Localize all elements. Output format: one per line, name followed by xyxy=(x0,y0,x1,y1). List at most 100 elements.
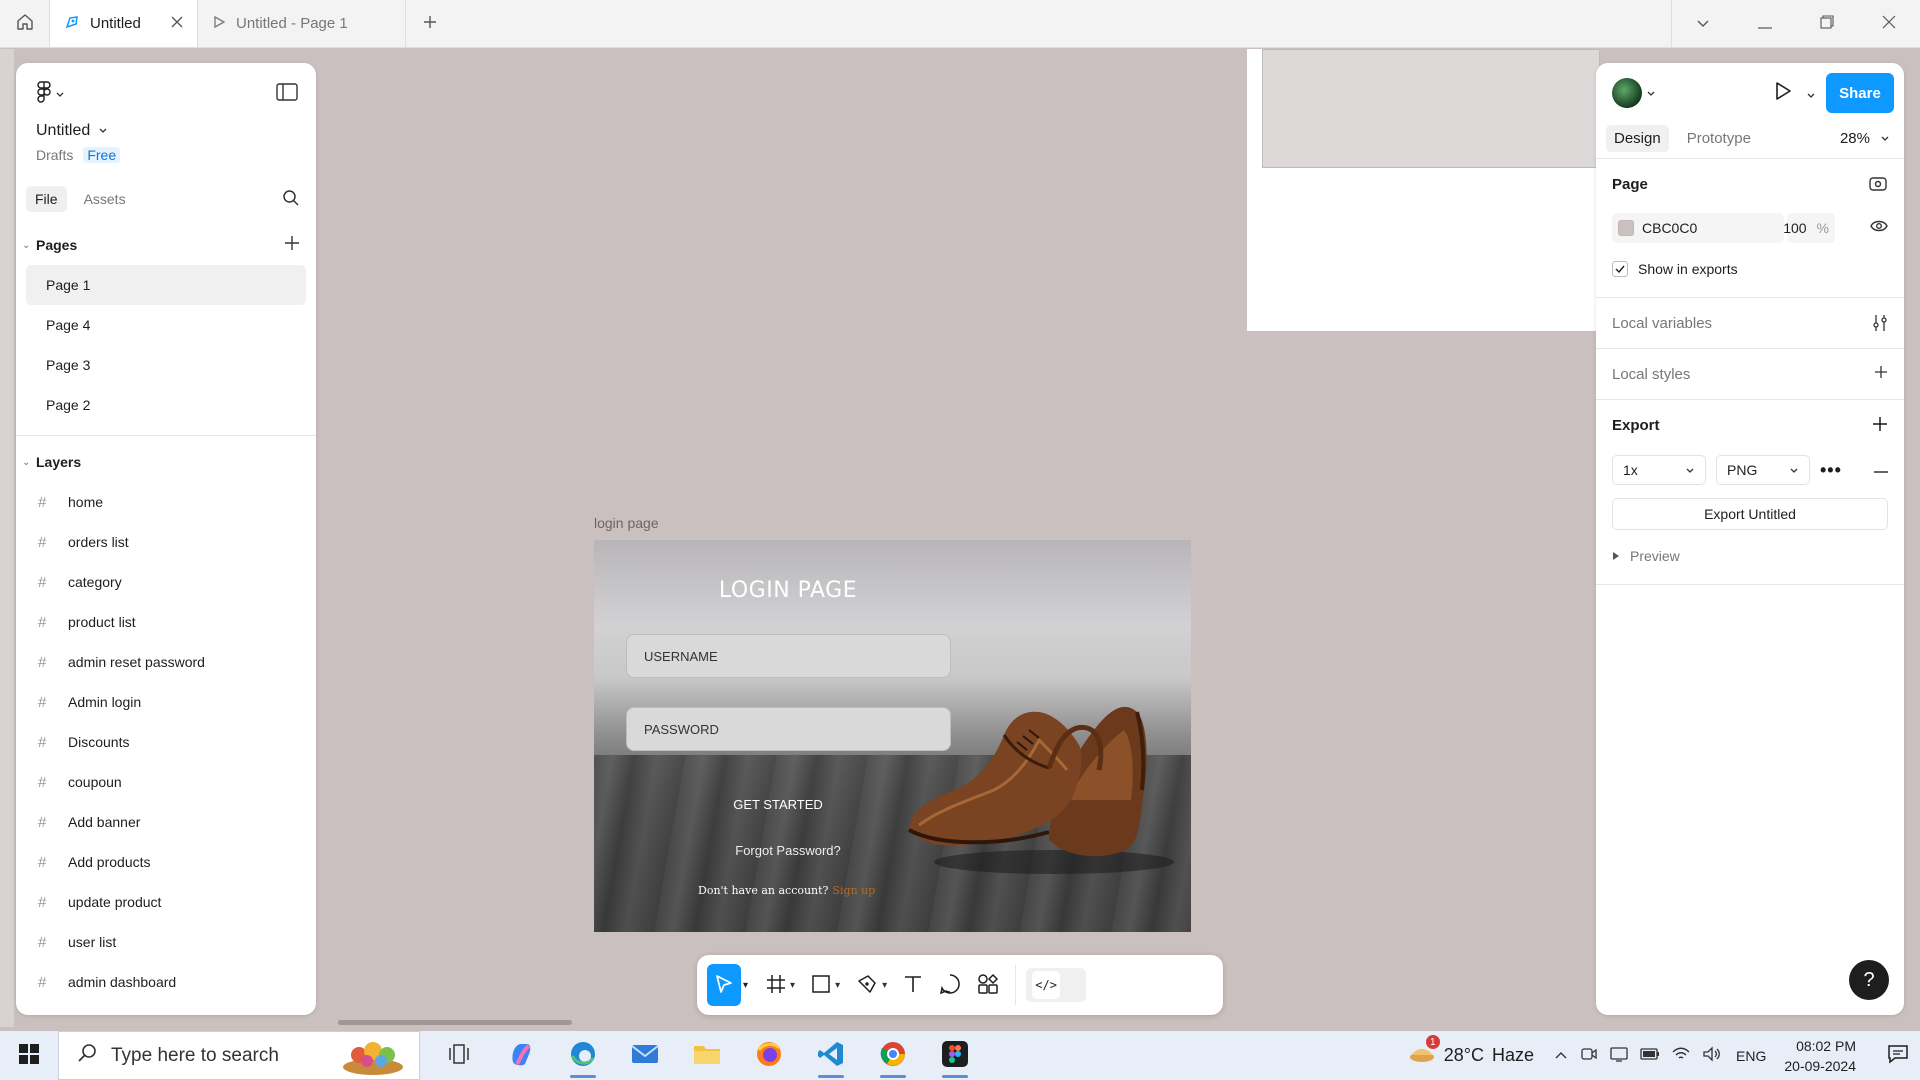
battery-icon[interactable] xyxy=(1640,1047,1660,1064)
weather-widget[interactable]: 1 28°C Haze xyxy=(1408,1035,1534,1070)
shape-tool[interactable]: ▾ xyxy=(805,964,846,1006)
text-tool[interactable] xyxy=(897,964,929,1006)
add-page-icon[interactable] xyxy=(284,235,300,254)
get-started-button[interactable]: GET STARTED xyxy=(594,797,962,812)
login-page-frame[interactable]: LOGIN PAGE USERNAME PASSWORD GET STARTED… xyxy=(594,540,1191,932)
tab-prototype[interactable]: Prototype xyxy=(1679,125,1759,152)
forgot-password-link[interactable]: Forgot Password? xyxy=(594,843,982,858)
export-button[interactable]: Export Untitled xyxy=(1612,498,1888,530)
add-export-icon[interactable] xyxy=(1872,416,1888,435)
show-in-exports-row[interactable]: Show in exports xyxy=(1612,247,1888,291)
notifications-button[interactable] xyxy=(1876,1044,1920,1068)
zoom-dropdown[interactable]: 28% xyxy=(1840,130,1890,147)
tab-untitled[interactable]: Untitled xyxy=(50,0,198,47)
eye-icon[interactable] xyxy=(1870,219,1888,236)
close-window-button[interactable] xyxy=(1858,0,1920,47)
firefox-button[interactable] xyxy=(738,1031,800,1080)
language-indicator[interactable]: ENG xyxy=(1736,1048,1766,1064)
local-styles-section[interactable]: Local styles xyxy=(1596,349,1904,400)
page-item[interactable]: Page 2 xyxy=(26,385,306,425)
file-explorer-button[interactable] xyxy=(676,1031,738,1080)
pages-section-header[interactable]: ⌄ Pages xyxy=(16,225,316,265)
page-item[interactable]: Page 3 xyxy=(26,345,306,385)
layer-item[interactable]: # product list xyxy=(16,602,316,642)
layer-item[interactable]: # Add products xyxy=(16,842,316,882)
page-item[interactable]: Page 4 xyxy=(26,305,306,345)
drafts-link[interactable]: Drafts xyxy=(36,147,73,163)
signup-link[interactable]: Sign up xyxy=(832,884,875,897)
layer-item[interactable]: # category xyxy=(16,562,316,602)
comment-tool[interactable] xyxy=(933,964,967,1006)
meet-now-icon[interactable] xyxy=(1580,1046,1598,1066)
remove-export-icon[interactable] xyxy=(1874,456,1888,479)
home-tab-button[interactable] xyxy=(0,0,50,47)
dev-mode-toggle[interactable]: </> xyxy=(1026,968,1087,1002)
tab-design[interactable]: Design xyxy=(1606,125,1669,152)
main-menu-button[interactable] xyxy=(36,81,65,106)
taskbar-search-input[interactable]: Type here to search xyxy=(58,1031,420,1080)
new-tab-button[interactable] xyxy=(406,0,454,47)
share-button[interactable]: Share xyxy=(1826,73,1894,113)
username-field[interactable]: USERNAME xyxy=(626,634,951,678)
resources-tool[interactable] xyxy=(971,964,1005,1006)
layer-item[interactable]: # orders list xyxy=(16,522,316,562)
avatar[interactable] xyxy=(1612,78,1642,108)
restore-button[interactable] xyxy=(1796,0,1858,47)
layer-item[interactable]: # Add banner xyxy=(16,802,316,842)
clock[interactable]: 08:02 PM 20-09-2024 xyxy=(1784,1036,1856,1076)
layer-item[interactable]: # admin dashboard xyxy=(16,962,316,1002)
password-field[interactable]: PASSWORD xyxy=(626,707,951,751)
figma-app-button[interactable] xyxy=(924,1031,986,1080)
layer-item[interactable]: # user list xyxy=(16,922,316,962)
file-name-button[interactable]: Untitled xyxy=(36,122,108,140)
frame-label[interactable]: login page xyxy=(594,515,659,531)
chevron-up-icon[interactable] xyxy=(1554,1047,1568,1064)
frame-tool[interactable]: ▾ xyxy=(760,964,801,1006)
local-variables-section[interactable]: Local variables xyxy=(1596,298,1904,349)
page-opacity-input[interactable]: 100 % xyxy=(1783,213,1835,243)
plan-badge[interactable]: Free xyxy=(83,147,121,163)
help-button[interactable]: ? xyxy=(1849,960,1889,1000)
layers-section-header[interactable]: ⌄ Layers xyxy=(16,442,316,482)
more-options-icon[interactable]: ••• xyxy=(1820,460,1842,481)
checkbox[interactable] xyxy=(1612,261,1628,277)
tab-assets[interactable]: Assets xyxy=(75,186,135,212)
plus-icon[interactable] xyxy=(1874,365,1888,382)
tab-file[interactable]: File xyxy=(26,186,67,212)
mail-button[interactable] xyxy=(614,1031,676,1080)
chevron-down-icon[interactable] xyxy=(1646,85,1656,101)
chevron-down-icon[interactable] xyxy=(1806,87,1816,103)
chevron-down-icon[interactable]: ▾ xyxy=(743,980,748,991)
search-icon[interactable] xyxy=(282,189,300,210)
page-color-input[interactable]: CBC0C0 xyxy=(1612,213,1784,243)
layer-item[interactable]: # admin reset password xyxy=(16,642,316,682)
layer-item[interactable]: # update product xyxy=(16,882,316,922)
edge-button[interactable] xyxy=(552,1031,614,1080)
volume-icon[interactable] xyxy=(1702,1045,1722,1066)
copilot-button[interactable] xyxy=(490,1031,552,1080)
layer-item[interactable]: # Discounts xyxy=(16,722,316,762)
layer-item[interactable]: # coupoun xyxy=(16,762,316,802)
wifi-icon[interactable] xyxy=(1672,1046,1690,1066)
close-tab-icon[interactable] xyxy=(171,15,183,32)
color-swatch[interactable] xyxy=(1618,220,1634,236)
export-format-select[interactable]: PNG xyxy=(1716,455,1810,485)
task-view-button[interactable] xyxy=(428,1031,490,1080)
move-tool[interactable] xyxy=(707,964,741,1006)
tabs-dropdown-button[interactable] xyxy=(1672,0,1734,47)
layer-item[interactable]: # Admin login xyxy=(16,682,316,722)
pen-tool[interactable]: ▾ xyxy=(850,964,893,1006)
chrome-button[interactable] xyxy=(862,1031,924,1080)
export-scale-select[interactable]: 1x xyxy=(1612,455,1706,485)
tab-untitled-page-1[interactable]: Untitled - Page 1 xyxy=(198,0,406,47)
page-settings-icon[interactable] xyxy=(1868,175,1888,196)
toggle-sidebar-button[interactable] xyxy=(276,83,298,104)
sliders-icon[interactable] xyxy=(1872,314,1888,335)
preview-toggle[interactable]: Preview xyxy=(1612,538,1888,574)
page-item[interactable]: Page 1 xyxy=(26,265,306,305)
layer-item[interactable]: # home xyxy=(16,482,316,522)
start-button[interactable] xyxy=(0,1031,58,1080)
minimize-button[interactable] xyxy=(1734,0,1796,47)
present-button[interactable] xyxy=(1774,81,1792,104)
display-icon[interactable] xyxy=(1610,1046,1628,1066)
